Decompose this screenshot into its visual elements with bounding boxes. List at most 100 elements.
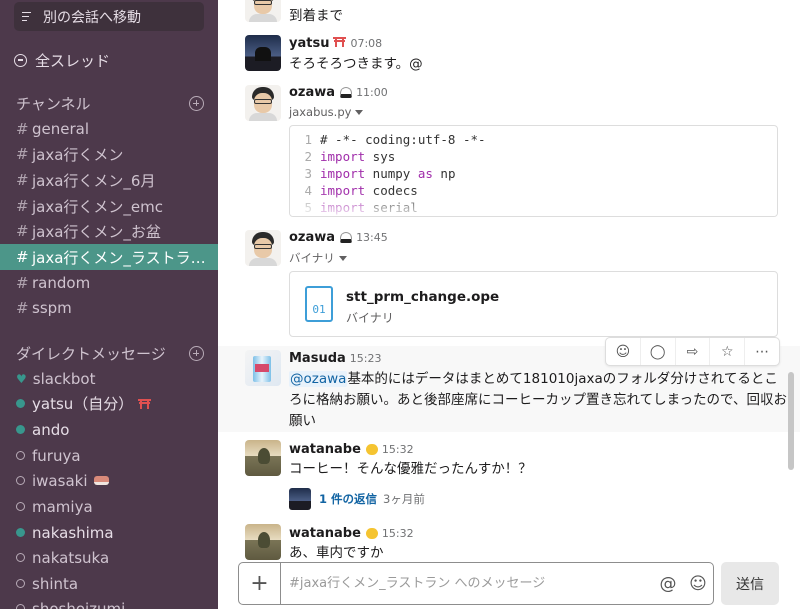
user-avatar[interactable] [245,524,281,560]
message-time[interactable]: 13:45 [356,231,388,244]
channel-random[interactable]: # random [0,270,218,296]
channel-jaxa-obon[interactable]: # jaxa行くメン_お盆 [0,218,218,244]
dm-iwasaki[interactable]: iwasaki [0,468,218,493]
user-avatar[interactable] [245,230,281,266]
offline-status-icon [16,502,25,511]
message-actions-toolbar: ☺ ◯ ⇨ ☆ ⋯ [605,337,780,366]
dm-name: mamiya [32,497,93,516]
message-time[interactable]: 15:23 [350,352,382,365]
user-avatar[interactable] [245,440,281,476]
message-composer: + @ ☺ [238,562,714,605]
torii-emoji-icon [333,36,347,47]
user-mention[interactable]: @ozawa [289,371,348,387]
dm-ando[interactable]: ando [0,417,218,442]
more-actions-icon[interactable]: ⋯ [745,338,779,365]
user-avatar[interactable] [245,85,281,121]
emoji-smiley-icon[interactable]: ☺ [683,574,713,594]
send-button[interactable]: 送信 [721,562,779,605]
dm-furuya[interactable]: furuya [0,443,218,468]
offline-status-icon [16,604,25,609]
dm-shinta[interactable]: shinta [0,571,218,596]
dm-mamiya[interactable]: mamiya [0,494,218,519]
channel-name: general [32,120,90,138]
dm-slackbot[interactable]: ♥ slackbot [0,366,218,391]
message-author[interactable]: Masuda 15:23 [289,351,381,366]
thread-replies-link[interactable]: 1 件の返信 [319,491,377,507]
dm-yatsu[interactable]: yatsu（自分） [0,391,218,416]
message-time[interactable]: 15:32 [382,527,414,540]
threads-label: 全スレッド [35,52,111,70]
offline-status-icon [16,451,25,460]
all-threads-link[interactable]: 全スレッド [14,50,110,71]
code-snippet[interactable]: 1 # -*- coding:utf-8 -*- 2 import sys 3 imp… [289,125,778,217]
author-name: watanabe [289,442,361,457]
snippet-filename[interactable]: jaxabus.py [289,105,364,119]
star-icon[interactable]: ☆ [710,338,746,365]
channels-header[interactable]: チャンネル [16,93,91,114]
message-author[interactable]: ozawa 11:00 [289,85,388,100]
user-avatar[interactable] [245,350,281,386]
channel-sspm[interactable]: # sspm [0,295,218,321]
message-author[interactable]: watanabe 15:32 [289,526,414,541]
code-line: 3 import numpy as np [304,166,456,181]
dm-name: slackbot [32,369,96,388]
message-input[interactable] [281,576,653,591]
conversation-switcher-button[interactable]: 別の会話へ移動 [14,2,204,31]
channel-jaxa-june[interactable]: # jaxa行くメン_6月 [0,167,218,193]
file-type: バイナリ [346,311,394,325]
dm-shoshoizumi[interactable]: shoshoizumi [0,596,218,609]
dm-name: yatsu（自分） [32,395,134,413]
offline-status-icon [16,579,25,588]
dm-header[interactable]: ダイレクトメッセージ [16,343,166,364]
channel-jaxa[interactable]: # jaxa行くメン [0,141,218,167]
jump-list-icon [22,11,36,23]
reply-thread-icon[interactable]: ◯ [641,338,676,365]
share-message-icon[interactable]: ⇨ [676,338,711,365]
switcher-label: 別の会話へ移動 [43,9,141,26]
message-pane: 到着まで yatsu 07:08 そろそろつきます。@ ozawa 11:00 ja… [218,0,800,609]
message-author[interactable]: yatsu 07:08 [289,36,382,51]
dm-nakatsuka[interactable]: nakatsuka [0,545,218,570]
channel-general[interactable]: # general [0,116,218,142]
channel-jaxa-lastrun[interactable]: # jaxa行くメン_ラストラ… [0,244,218,270]
sushi-emoji-icon [93,476,109,485]
file-type-label[interactable]: バイナリ [289,250,347,266]
hash-icon: # [16,120,29,138]
author-name: ozawa [289,230,336,245]
dm-name: iwasaki [32,471,88,490]
dm-nakashima[interactable]: nakashima [0,520,218,545]
user-avatar[interactable] [245,35,281,71]
message-time[interactable]: 15:32 [382,443,414,456]
message-author[interactable]: watanabe 15:32 [289,442,414,457]
mention-at-icon[interactable]: @ [653,574,683,594]
file-attachment[interactable]: 01 stt_prm_change.ope バイナリ [289,271,778,337]
scrollbar[interactable] [788,372,794,470]
message-author[interactable]: ozawa 13:45 [289,230,388,245]
thread-last-reply: 3ヶ月前 [383,492,425,506]
hash-icon: # [16,145,29,163]
message-time[interactable]: 11:00 [356,86,388,99]
add-channel-icon[interactable] [189,96,204,111]
chick-emoji-icon [365,528,378,539]
channel-jaxa-emc[interactable]: # jaxa行くメン_emc [0,193,218,219]
hash-icon: # [16,171,29,189]
onigiri-emoji-icon [340,232,353,243]
user-avatar[interactable] [245,0,281,22]
attach-plus-icon[interactable]: + [239,563,281,604]
binary-file-icon: 01 [305,286,333,322]
file-type-text: バイナリ [289,251,335,265]
thread-summary[interactable]: 1 件の返信 3ヶ月前 [289,488,425,510]
add-dm-icon[interactable] [189,346,204,361]
message-time[interactable]: 07:08 [350,37,382,50]
online-status-icon [16,425,25,434]
channel-name: jaxa行くメン_ラストラ… [32,248,206,267]
message-text: あ、車内ですか [289,545,384,561]
add-reaction-icon[interactable]: ☺ [606,338,641,365]
message-text: @ozawa基本的にはデータはまとめて181010jaxaのフォルダ分けされてる… [289,371,788,429]
onigiri-emoji-icon [340,87,353,98]
heart-icon: ♥ [16,371,27,386]
channel-name: jaxa行くメン [32,145,124,164]
channel-name: jaxa行くメン_お盆 [32,222,161,241]
file-name[interactable]: stt_prm_change.ope [346,289,499,305]
hash-icon: # [16,274,29,292]
